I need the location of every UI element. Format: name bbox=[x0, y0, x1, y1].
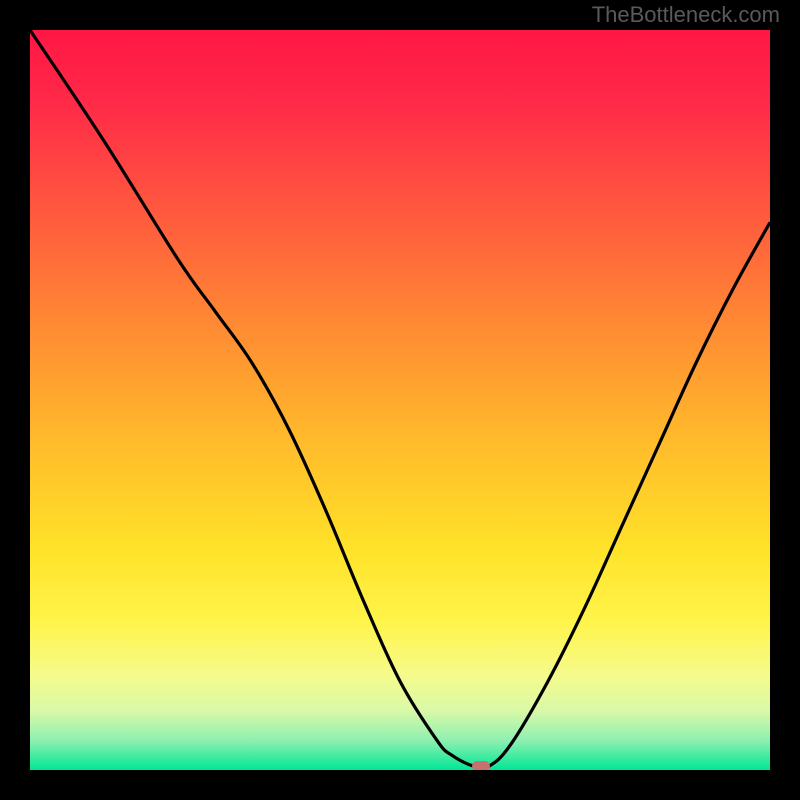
chart-container: TheBottleneck.com bbox=[0, 0, 800, 800]
plot-area bbox=[30, 30, 770, 770]
bottleneck-curve bbox=[30, 30, 770, 770]
watermark-text: TheBottleneck.com bbox=[592, 2, 780, 28]
optimal-marker bbox=[472, 761, 490, 770]
